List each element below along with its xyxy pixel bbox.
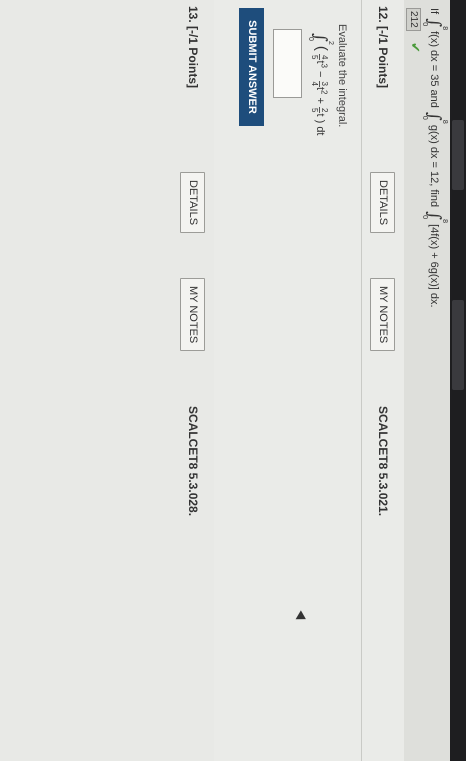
question-prompt: Evaluate the integral.: [336, 24, 348, 128]
integral-sign: ∫ 8 0: [421, 111, 448, 124]
my-notes-button[interactable]: MY NOTES: [180, 278, 205, 352]
page: If ∫ 8 0 f(x) dx = 35 and ∫ 8 0 g(x) dx = 12…: [0, 0, 466, 761]
answer-input[interactable]: [273, 29, 302, 98]
question-11-text: If ∫ 8 0 f(x) dx = 35 and ∫ 8 0 g(x) dx = 12…: [421, 8, 448, 308]
question-13: 13. [-/1 Points] DETAILS MY NOTES SCALCE…: [0, 0, 214, 761]
details-button[interactable]: DETAILS: [370, 172, 395, 234]
question-11: If ∫ 8 0 f(x) dx = 35 and ∫ 8 0 g(x) dx = 12…: [404, 0, 450, 761]
problem-code: SCALCET8 5.3.021.: [376, 406, 390, 517]
f-integral-text: f(x) dx = 35 and: [428, 31, 441, 108]
browser-tab[interactable]: [452, 120, 464, 190]
question-points: 12. [-/1 Points]: [376, 6, 390, 89]
integral-expression: ∫ 2 0 ( 4 5 t3 − 3 4 t2 + 25t ) dt: [306, 33, 334, 136]
checkmark-icon: ✔: [408, 42, 423, 53]
browser-top-bar: [450, 0, 466, 761]
integral-sign: ∫ 2 0: [306, 33, 334, 45]
question-points: 13. [-/1 Points]: [186, 6, 200, 89]
details-button[interactable]: DETAILS: [180, 172, 205, 234]
browser-tab[interactable]: [452, 300, 464, 390]
if-text: If: [428, 8, 441, 15]
integral-sign: ∫ 8 0: [421, 18, 448, 31]
question-12-header: 12. [-/1 Points] DETAILS MY NOTES SCALCE…: [361, 0, 404, 761]
problem-code: SCALCET8 5.3.028.: [186, 406, 200, 517]
answer-value: 212: [406, 8, 421, 31]
find-expression-text: [4f(x) + 6g(x)] dx.: [428, 224, 441, 308]
submit-answer-button[interactable]: SUBMIT ANSWER: [239, 8, 264, 126]
integral-sign: ∫ 8 0: [421, 211, 448, 224]
question-12: 12. [-/1 Points] DETAILS MY NOTES SCALCE…: [214, 0, 404, 761]
g-integral-text: g(x) dx = 12, find: [428, 124, 441, 208]
my-notes-button[interactable]: MY NOTES: [370, 278, 395, 352]
question-13-header: 13. [-/1 Points] DETAILS MY NOTES SCALCE…: [172, 0, 214, 761]
